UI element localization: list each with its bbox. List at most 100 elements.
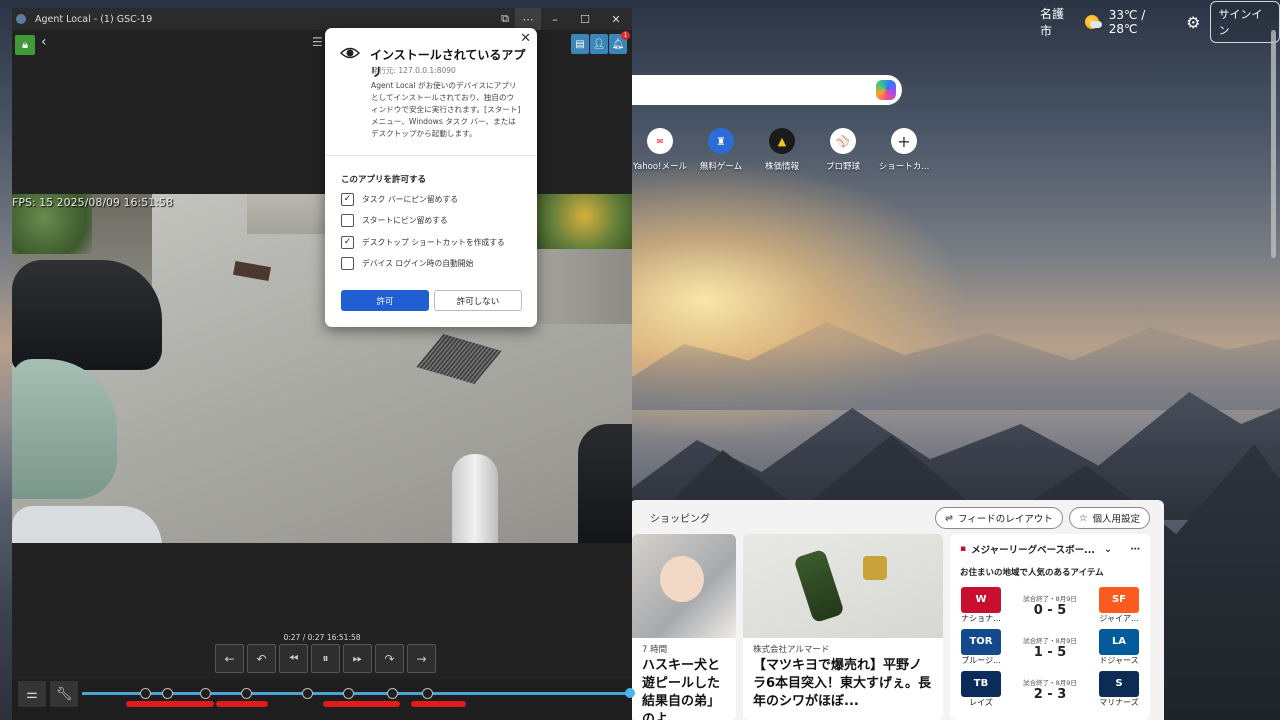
checkbox[interactable] xyxy=(341,257,354,270)
games-icon: ♜ xyxy=(708,128,734,154)
shortcut-games[interactable]: ♜ 無料ゲーム xyxy=(697,128,745,172)
mlb-score-card[interactable]: ▪ メジャーリーグベースボー... ⌄ ⋯ お住まいの地域で人気のあるアイテム … xyxy=(950,534,1150,720)
option-label: スタートにピン留めする xyxy=(362,216,448,225)
weather-temperature[interactable]: 33℃ / 28℃ xyxy=(1109,8,1176,36)
score-card-subtitle: お住まいの地域で人気のあるアイテム xyxy=(960,568,1104,578)
window-titlebar[interactable]: Agent Local - (1) GSC-19 ⧉ ⋯ – ☐ ✕ xyxy=(12,8,632,30)
permission-heading: このアプリを許可する xyxy=(341,175,427,185)
wrench-icon[interactable]: 🔧︎ xyxy=(50,681,78,707)
shortcut-label: 無料ゲーム xyxy=(699,162,743,172)
shortcut-stocks[interactable]: ▲ 株価情報 xyxy=(758,128,806,172)
timeline-marker[interactable] xyxy=(140,688,152,699)
timeline-marker[interactable] xyxy=(161,688,173,699)
score-card-header[interactable]: ▪ メジャーリーグベースボー... ⌄ ⋯ xyxy=(950,534,1150,557)
dialog-origin: 発行元: 127.0.0.1:8090 xyxy=(371,66,456,75)
page-scrollbar[interactable] xyxy=(1271,30,1276,258)
personalize-button[interactable]: ☆ 個人用設定 xyxy=(1069,507,1151,529)
sliders-icon: ⇌ xyxy=(945,512,953,524)
timeline-event-bar[interactable] xyxy=(216,701,269,707)
rewind-icon[interactable]: ⏪︎ xyxy=(279,644,308,673)
timeline-track[interactable] xyxy=(82,688,635,699)
game-status: 試合終了・8月9日 xyxy=(1023,594,1077,603)
game-row[interactable]: W ナショナ... 試合終了・8月9日 0 - 5 SF ジャイア... xyxy=(950,584,1150,626)
news-meta: 株式会社アルマード xyxy=(753,645,830,655)
sliders-icon[interactable]: ⚌ xyxy=(18,681,46,707)
star-icon: ☆ xyxy=(1079,512,1088,524)
user-icon[interactable]: 👤︎ xyxy=(590,34,608,54)
mlb-flag-icon: ▪ xyxy=(960,544,967,554)
agent-local-window: Agent Local - (1) GSC-19 ⧉ ⋯ – ☐ ✕ 🔒︎ ‹ … xyxy=(12,8,635,720)
checkbox[interactable]: ✓ xyxy=(341,193,354,206)
close-icon[interactable]: ✕ xyxy=(520,31,531,46)
news-card[interactable]: 7 時間 ハスキー犬と遊ピールした結果自の弟」のよ... xyxy=(632,534,736,720)
checkbox[interactable] xyxy=(341,214,354,227)
hamburger-icon[interactable]: ☰ xyxy=(312,35,323,49)
shortcut-yahoo-mail[interactable]: ✉ Yahoo!メール xyxy=(633,128,687,172)
timeline-marker[interactable] xyxy=(386,688,398,699)
timeline-event-bar[interactable] xyxy=(323,701,400,707)
news-card[interactable]: 株式会社アルマード 【マツキヨで爆売れ】平野ノラ6本目突入！東大すげぇ。長年のシ… xyxy=(743,534,943,720)
option-pin-start[interactable]: スタートにピン留めする xyxy=(341,214,448,227)
checkbox[interactable]: ✓ xyxy=(341,236,354,249)
lock-icon[interactable]: 🔒︎ xyxy=(15,35,35,55)
game-row[interactable]: TB レイズ 試合終了・8月9日 2 - 3 S マリナーズ xyxy=(950,668,1150,710)
allow-button[interactable]: 許可 xyxy=(341,290,429,311)
option-autostart[interactable]: デバイス ログイン時の自動開始 xyxy=(341,257,473,270)
tab-shopping[interactable]: ショッピング xyxy=(650,510,710,525)
camera-video-frame[interactable]: FPS: 15 2025/08/09 16:51:58 xyxy=(12,194,632,543)
dialog-divider xyxy=(325,155,537,156)
shortcut-baseball[interactable]: ⚾ プロ野球 xyxy=(819,128,867,172)
game-status: 試合終了・8月9日 xyxy=(1023,678,1077,687)
timeline-marker[interactable] xyxy=(422,688,434,699)
option-label: タスク バーにピン留めする xyxy=(362,195,459,204)
game-score: 1 - 5 xyxy=(1033,644,1067,660)
notification-bell-icon[interactable]: 🔔︎ 1 xyxy=(609,31,630,54)
news-title[interactable]: ハスキー犬と遊ピールした結果自の弟」のよ... xyxy=(632,657,736,720)
close-button[interactable]: ✕ xyxy=(603,8,629,30)
minimize-button[interactable]: – xyxy=(542,8,568,30)
signin-button[interactable]: サインイン xyxy=(1210,1,1280,43)
option-pin-taskbar[interactable]: ✓ タスク バーにピン留めする xyxy=(341,193,458,206)
personalize-label: 個人用設定 xyxy=(1092,514,1141,525)
maximize-button[interactable]: ☐ xyxy=(572,8,598,30)
undo-icon[interactable]: ↶ xyxy=(247,644,276,673)
game-row[interactable]: TOR ブルージ... 試合終了・8月9日 1 - 5 LA ドジャース xyxy=(950,626,1150,668)
timeline-marker[interactable] xyxy=(301,688,313,699)
stocks-icon: ▲ xyxy=(769,128,795,154)
home-team: TOR ブルージ... xyxy=(960,628,1002,666)
away-team: S マリナーズ xyxy=(1098,670,1140,708)
pause-icon[interactable]: ⏸︎ xyxy=(311,644,340,673)
previous-arrow-icon[interactable]: ← xyxy=(215,644,244,673)
news-title[interactable]: 【マツキヨで爆売れ】平野ノラ6本目突入！東大すげぇ。長年のシワがほぼ... xyxy=(743,657,943,711)
shortcut-add[interactable]: + ショートカ... xyxy=(879,128,929,172)
copilot-icon[interactable] xyxy=(876,80,896,100)
weather-bar: 名護市 33℃ / 28℃ ⚙ サインイン xyxy=(1040,1,1280,43)
search-input[interactable] xyxy=(620,75,902,105)
timeline-event-bar[interactable] xyxy=(125,701,214,707)
redo-icon[interactable]: ↷ xyxy=(375,644,404,673)
timeline-handle[interactable] xyxy=(625,688,635,698)
option-label: デスクトップ ショートカットを作成する xyxy=(362,238,505,247)
notification-badge: 1 xyxy=(621,31,630,40)
more-options-button[interactable]: ⋯ xyxy=(515,8,541,30)
back-arrow-icon[interactable]: ‹ xyxy=(41,34,47,50)
fast-forward-icon[interactable]: ⏩︎ xyxy=(343,644,372,673)
team-name: ナショナ... xyxy=(961,613,1001,623)
layout-icon[interactable]: ▤ xyxy=(571,34,589,54)
feed-layout-button[interactable]: ⇌ フィードのレイアウト xyxy=(935,507,1063,529)
eye-icon xyxy=(340,47,360,59)
chevron-down-icon[interactable]: ⌄ xyxy=(1104,544,1112,555)
timeline-marker[interactable] xyxy=(200,688,212,699)
gear-icon[interactable]: ⚙ xyxy=(1186,13,1200,32)
away-team: SF ジャイア... xyxy=(1098,586,1140,624)
option-desktop-shortcut[interactable]: ✓ デスクトップ ショートカットを作成する xyxy=(341,236,505,249)
timeline-marker[interactable] xyxy=(241,688,253,699)
playback-controls: ← ↶ ⏪︎ ⏸︎ ⏩︎ ↷ → xyxy=(215,644,436,673)
playback-time: 0:27 / 0:27 16:51:58 xyxy=(283,633,361,642)
deny-button[interactable]: 許可しない xyxy=(434,290,522,311)
timeline-marker[interactable] xyxy=(342,688,354,699)
weather-location[interactable]: 名護市 xyxy=(1040,5,1075,39)
timeline-event-bar[interactable] xyxy=(410,701,466,707)
more-icon[interactable]: ⋯ xyxy=(1131,544,1141,555)
next-arrow-icon[interactable]: → xyxy=(407,644,436,673)
